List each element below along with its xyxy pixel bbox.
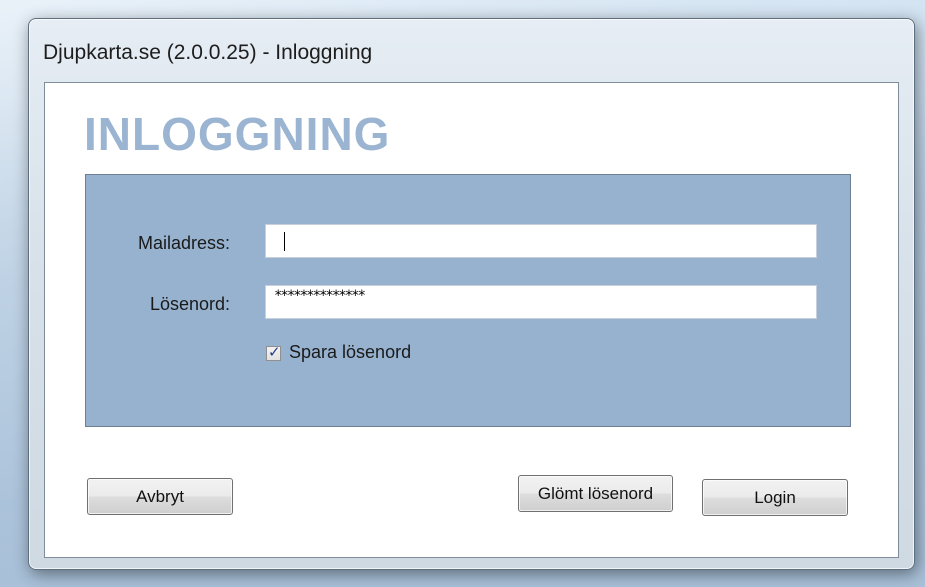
- login-panel: Mailadress: Lösenord: ************** ✓ S…: [85, 174, 851, 427]
- password-value: **************: [274, 288, 366, 304]
- password-field[interactable]: **************: [265, 285, 817, 319]
- window-title: Djupkarta.se (2.0.0.25) - Inloggning: [43, 41, 373, 64]
- page-title: INLOGGNING: [84, 108, 391, 160]
- cancel-button[interactable]: Avbryt: [87, 478, 233, 515]
- save-password-checkbox[interactable]: ✓: [266, 343, 281, 361]
- password-label: Lösenord:: [149, 294, 230, 314]
- checkmark-icon: ✓: [268, 343, 281, 361]
- save-password-label[interactable]: Spara lösenord: [289, 342, 411, 363]
- login-button[interactable]: Login: [702, 479, 848, 516]
- email-field[interactable]: [265, 224, 817, 258]
- forgot-password-button[interactable]: Glömt lösenord: [518, 475, 673, 512]
- title-bar[interactable]: Djupkarta.se (2.0.0.25) - Inloggning: [29, 19, 914, 83]
- text-caret: [284, 232, 285, 251]
- login-dialog: Djupkarta.se (2.0.0.25) - Inloggning INL…: [28, 18, 915, 570]
- dialog-content: INLOGGNING Mailadress: Lösenord: *******…: [44, 82, 899, 558]
- email-label: Mailadress:: [137, 233, 230, 253]
